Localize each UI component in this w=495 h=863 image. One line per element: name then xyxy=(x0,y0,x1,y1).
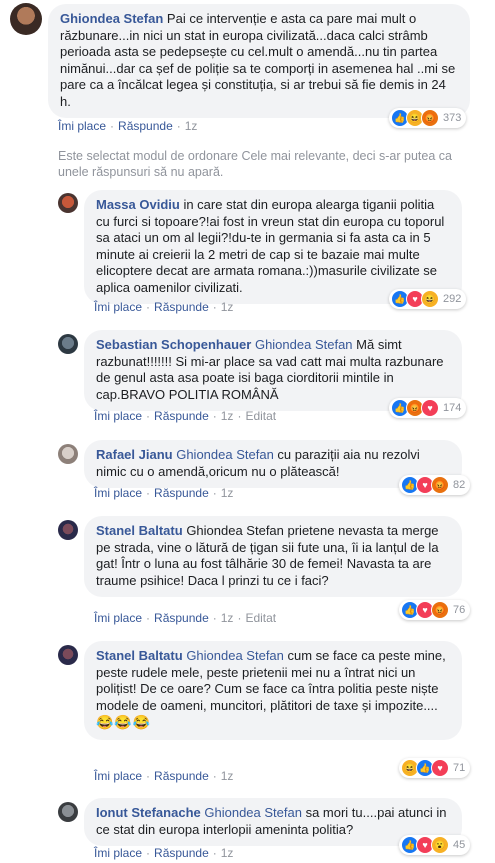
comment-actions: Îmi place · Răspunde · 1z xyxy=(94,769,233,784)
edited-label[interactable]: Editat xyxy=(245,611,276,625)
comment-author[interactable]: Massa Ovidiu xyxy=(96,197,180,212)
reactions-summary[interactable]: 👍 ♥ 😆 292 xyxy=(389,289,467,309)
comment-time[interactable]: 1z xyxy=(221,611,234,625)
like-button[interactable]: Îmi place xyxy=(94,486,142,500)
comment-author[interactable]: Stanel Baltatu xyxy=(96,648,183,663)
comment-author[interactable]: Stanel Baltatu xyxy=(96,523,183,538)
sort-notice: Este selectat modul de ordonare Cele mai… xyxy=(58,149,452,179)
love-reaction-icon: ♥ xyxy=(431,759,449,777)
comment-author[interactable]: Rafael Jianu xyxy=(96,447,173,462)
comment-actions: Îmi place · Răspunde · 1z xyxy=(94,486,233,501)
avatar[interactable] xyxy=(10,3,42,35)
reply-button[interactable]: Răspunde xyxy=(154,769,209,783)
comment-time[interactable]: 1z xyxy=(221,300,234,314)
separator: · xyxy=(146,769,151,783)
avatar[interactable] xyxy=(58,802,78,822)
reaction-count: 76 xyxy=(453,604,466,616)
reaction-count: 292 xyxy=(443,293,462,305)
like-button[interactable]: Îmi place xyxy=(94,300,142,314)
reply-button[interactable]: Răspunde xyxy=(118,119,173,133)
reactions-summary[interactable]: 👍 ♥ 😡 76 xyxy=(399,600,471,620)
reaction-count: 71 xyxy=(453,762,466,774)
edited-label[interactable]: Editat xyxy=(245,409,276,423)
separator: · xyxy=(212,486,217,500)
comment-actions: Îmi place · Răspunde · 1z · Editat xyxy=(94,611,276,626)
separator: · xyxy=(212,300,217,314)
mention-link[interactable]: Ghiondea Stefan xyxy=(176,447,274,462)
comment-author[interactable]: Ghiondea Stefan xyxy=(60,11,163,26)
angry-reaction-icon: 😡 xyxy=(421,109,439,127)
reaction-count: 174 xyxy=(443,402,462,414)
like-button[interactable]: Îmi place xyxy=(94,769,142,783)
separator: · xyxy=(212,769,217,783)
comment-time[interactable]: 1z xyxy=(185,119,198,133)
comment-emojis: 😂😂😂 xyxy=(96,714,152,730)
separator: · xyxy=(212,409,217,423)
separator: · xyxy=(237,409,242,423)
haha-reaction-icon: 😆 xyxy=(421,290,439,308)
reply-button[interactable]: Răspunde xyxy=(154,486,209,500)
comment-bubble: Stanel Baltatu Ghiondea Stefan prietene … xyxy=(84,516,462,597)
separator: · xyxy=(237,611,242,625)
wow-reaction-icon: 😮 xyxy=(431,836,449,854)
comment-actions: Îmi place · Răspunde · 1z · Editat xyxy=(94,409,276,424)
avatar[interactable] xyxy=(58,645,78,665)
separator: · xyxy=(212,611,217,625)
reactions-summary[interactable]: 👍 😡 ♥ 174 xyxy=(389,398,467,418)
like-button[interactable]: Îmi place xyxy=(58,119,106,133)
reaction-count: 82 xyxy=(453,479,466,491)
love-reaction-icon: ♥ xyxy=(421,399,439,417)
comment-author[interactable]: Sebastian Schopenhauer xyxy=(96,337,251,352)
separator: · xyxy=(146,846,151,860)
angry-reaction-icon: 😡 xyxy=(431,476,449,494)
avatar[interactable] xyxy=(58,334,78,354)
comment-time[interactable]: 1z xyxy=(221,846,234,860)
mention-link[interactable]: Ghiondea Stefan xyxy=(186,648,284,663)
comment-time[interactable]: 1z xyxy=(221,486,234,500)
like-button[interactable]: Îmi place xyxy=(94,611,142,625)
separator: · xyxy=(146,409,151,423)
reply-button[interactable]: Răspunde xyxy=(154,846,209,860)
reaction-count: 373 xyxy=(443,112,462,124)
comment-time[interactable]: 1z xyxy=(221,769,234,783)
separator: · xyxy=(146,611,151,625)
separator: · xyxy=(146,486,151,500)
like-button[interactable]: Îmi place xyxy=(94,846,142,860)
reactions-summary[interactable]: 👍 ♥ 😡 82 xyxy=(399,475,471,495)
comment-actions: Îmi place · Răspunde · 1z xyxy=(94,300,233,315)
reaction-count: 45 xyxy=(453,839,466,851)
comment-actions: Îmi place · Răspunde · 1z xyxy=(94,846,233,861)
angry-reaction-icon: 😡 xyxy=(431,601,449,619)
separator: · xyxy=(110,119,115,133)
comment-time[interactable]: 1z xyxy=(221,409,234,423)
avatar[interactable] xyxy=(58,193,78,213)
comment-bubble: Stanel Baltatu Ghiondea Stefan cum se fa… xyxy=(84,641,462,740)
comment-bubble: Ghiondea Stefan Pai ce intervenție e ast… xyxy=(48,4,470,118)
reactions-summary[interactable]: 👍 😆 😡 373 xyxy=(389,108,467,128)
reactions-summary[interactable]: 👍 ♥ 😮 45 xyxy=(399,835,471,855)
like-button[interactable]: Îmi place xyxy=(94,409,142,423)
comment-bubble: Massa Ovidiu in care stat din europa ale… xyxy=(84,190,462,304)
reply-button[interactable]: Răspunde xyxy=(154,409,209,423)
mention-link[interactable]: Ghiondea Stefan xyxy=(255,337,353,352)
avatar[interactable] xyxy=(58,520,78,540)
reply-button[interactable]: Răspunde xyxy=(154,611,209,625)
separator: · xyxy=(212,846,217,860)
reactions-summary[interactable]: 😆 👍 ♥ 71 xyxy=(399,758,471,778)
mention-link[interactable]: Ghiondea Stefan xyxy=(204,805,302,820)
comment-actions: Îmi place · Răspunde · 1z xyxy=(58,119,197,134)
avatar[interactable] xyxy=(58,444,78,464)
reply-button[interactable]: Răspunde xyxy=(154,300,209,314)
separator: · xyxy=(146,300,151,314)
separator: · xyxy=(176,119,181,133)
comment-author[interactable]: Ionut Stefanache xyxy=(96,805,201,820)
